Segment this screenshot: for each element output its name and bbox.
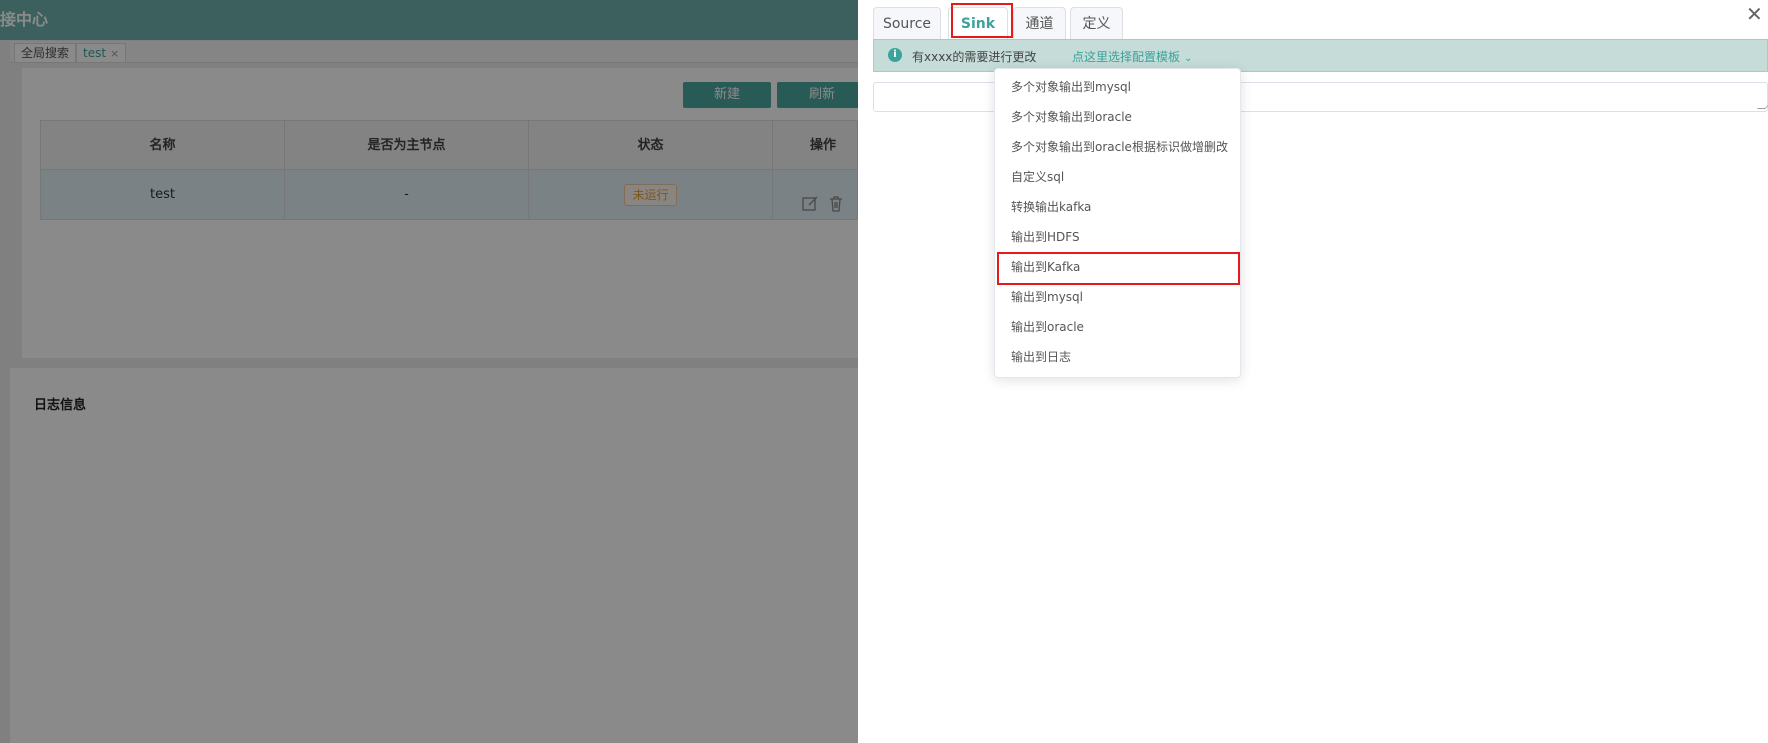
select-template-link[interactable]: 点这里选择配置模板 ⌄ [1072,48,1192,65]
tab-source[interactable]: Source [873,7,941,39]
template-option[interactable]: 自定义sql [995,162,1240,192]
info-icon: i [888,48,902,62]
tab-definition[interactable]: 定义 [1070,7,1123,39]
close-icon[interactable]: ✕ [1746,4,1763,24]
template-option[interactable]: 多个对象输出到oracle [995,102,1240,132]
chevron-down-icon: ⌄ [1184,53,1193,64]
template-option[interactable]: 多个对象输出到oracle根据标识做增删改 [995,132,1240,162]
tab-channel[interactable]: 通道 [1013,7,1066,39]
template-option[interactable]: 多个对象输出到mysql [995,72,1240,102]
modal-mask[interactable] [0,0,858,743]
resize-handle-icon[interactable] [1757,101,1768,109]
alert-text: 有xxxx的需要进行更改 [912,50,1037,64]
select-template-label: 点这里选择配置模板 [1072,50,1181,64]
template-option[interactable]: 输出到oracle [995,312,1240,342]
template-dropdown: 多个对象输出到mysql 多个对象输出到oracle 多个对象输出到oracle… [994,68,1241,378]
template-option[interactable]: 转换输出kafka [995,192,1240,222]
tab-sink-highlight [951,3,1013,38]
config-drawer: Source Sink 通道 定义 ✕ i 有xxxx的需要进行更改 点这里选择… [858,0,1768,743]
template-option[interactable]: 输出到HDFS [995,222,1240,252]
kafka-option-highlight [997,252,1240,285]
template-option[interactable]: 输出到日志 [995,342,1240,372]
background-app: 对接中心 全局搜索 test× 新建 刷新 名称 是否为主节点 状态 操作 te… [0,0,858,743]
template-option[interactable]: 输出到mysql [995,282,1240,312]
